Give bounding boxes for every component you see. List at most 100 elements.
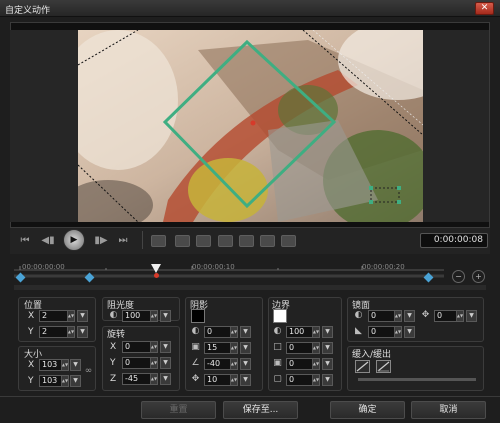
border-width-dropdown[interactable]: ▼ [322, 342, 333, 354]
opacity-input[interactable]: 100 ▲▼ [122, 310, 158, 322]
border-width-icon: □ [273, 342, 282, 352]
opacity-dropdown[interactable]: ▼ [160, 310, 171, 322]
rotation-x-input[interactable]: 0 ▲▼ [122, 341, 158, 353]
shadow-angle-input[interactable]: -40 ▲▼ [204, 358, 238, 370]
size-y-input[interactable]: 103 ▲▼ [39, 375, 69, 387]
rotation-y-label: Y [110, 358, 116, 368]
position-y-label: Y [28, 327, 34, 337]
play-button[interactable]: ▶ [63, 229, 85, 251]
reset-button[interactable]: 重置 [141, 401, 216, 419]
position-x-label: X [28, 311, 35, 321]
next-keyframe-icon [259, 235, 275, 247]
add-keyframe-button[interactable] [150, 234, 166, 248]
shadow-distance-icon: ✥ [191, 374, 200, 384]
mirror-opacity-input[interactable]: 0 ▲▼ [368, 310, 402, 322]
window-title: 自定义动作 [5, 6, 51, 16]
border-opacity-icon: ◐ [273, 326, 282, 336]
tick-label: 00:00:00:10 [192, 263, 235, 271]
shadow-blur-input[interactable]: 15 ▲▼ [204, 342, 238, 354]
step-forward-button[interactable]: ▮▶ [93, 233, 109, 247]
rotation-x-label: X [110, 342, 117, 352]
border-blur-input[interactable]: 0 ▲▼ [286, 358, 320, 370]
shadow-blur-dropdown[interactable]: ▼ [240, 342, 251, 354]
rotation-y-input[interactable]: 0 ▲▼ [122, 357, 158, 369]
next-keyframe-button[interactable] [259, 234, 275, 248]
toolbar-divider [142, 231, 143, 249]
cancel-button[interactable]: 取消 [411, 401, 486, 419]
mirror-fade-dropdown[interactable]: ▼ [404, 326, 415, 338]
footer-divider [0, 396, 500, 397]
position-x-input[interactable]: 2 ▲▼ [39, 310, 75, 322]
shadow-distance-input[interactable]: 10 ▲▼ [204, 374, 238, 386]
skip-start-button[interactable]: ⏮ [17, 233, 33, 247]
preview-canvas [78, 30, 423, 222]
size-x-input[interactable]: 103 ▲▼ [39, 359, 69, 371]
fade-in-button[interactable] [355, 360, 370, 373]
shadow-opacity-dropdown[interactable]: ▼ [240, 326, 251, 338]
mirror-fade-input[interactable]: 0 ▲▼ [368, 326, 402, 338]
tick-label: 00:00:00:20 [362, 263, 405, 271]
mirror-offset-input[interactable]: 0 ▲▼ [434, 310, 464, 322]
fade-out-icon [377, 361, 390, 372]
copy-keyframe-button[interactable] [280, 234, 296, 248]
position-x-dropdown[interactable]: ▼ [77, 310, 88, 322]
border-opacity-dropdown[interactable]: ▼ [322, 326, 333, 338]
preview-image[interactable] [78, 30, 423, 222]
mirror-offset-dropdown[interactable]: ▼ [466, 310, 477, 322]
size-x-label: X [28, 360, 35, 370]
zoom-out-button[interactable]: − [452, 270, 465, 283]
ok-button[interactable]: 确定 [330, 401, 405, 419]
rotation-x-dropdown[interactable]: ▼ [160, 341, 171, 353]
fade-slider-track[interactable] [358, 378, 476, 381]
border-blur-dropdown[interactable]: ▼ [322, 358, 333, 370]
border-width-input[interactable]: 0 ▲▼ [286, 342, 320, 354]
timecode-display[interactable]: 0:00:00:08 [420, 233, 488, 248]
close-button[interactable]: ✕ [475, 2, 494, 15]
shadow-angle-dropdown[interactable]: ▼ [240, 358, 251, 370]
border-corner-icon: ▢ [273, 374, 282, 384]
swap-keyframe-button[interactable] [217, 234, 233, 248]
link-icon[interactable]: ∞ [83, 366, 94, 377]
prev-keyframe-button[interactable] [238, 234, 254, 248]
shadow-color-swatch[interactable] [191, 309, 205, 323]
shadow-opacity-input[interactable]: 0 ▲▼ [204, 326, 238, 338]
reverse-keyframe-button[interactable] [195, 234, 211, 248]
rotation-z-dropdown[interactable]: ▼ [160, 373, 171, 385]
border-corner-input[interactable]: 0 ▲▼ [286, 374, 320, 386]
add-keyframe-icon [150, 235, 166, 247]
border-opacity-input[interactable]: 100 ▲▼ [286, 326, 320, 338]
fade-in-icon [356, 361, 369, 372]
tick-label: 00:00:00:00 [22, 263, 65, 271]
fade-out-button[interactable] [376, 360, 391, 373]
border-corner-dropdown[interactable]: ▼ [322, 374, 333, 386]
position-y-input[interactable]: 2 ▲▼ [39, 326, 75, 338]
mirror-opacity-dropdown[interactable]: ▼ [404, 310, 415, 322]
rotation-z-label: Z [110, 374, 117, 384]
close-icon: ✕ [480, 3, 489, 13]
timeline-scrollbar[interactable] [14, 285, 486, 290]
shadow-distance-dropdown[interactable]: ▼ [240, 374, 251, 386]
rotation-z-input[interactable]: -45 ▲▼ [122, 373, 158, 385]
save-as-button[interactable]: 保存至... [223, 401, 298, 419]
rotation-label: 旋转 [107, 330, 126, 340]
size-x-dropdown[interactable]: ▼ [70, 359, 81, 371]
preview-right-margin [423, 30, 489, 222]
center-point[interactable] [250, 120, 256, 126]
opacity-icon: ◐ [109, 310, 118, 320]
copy-keyframe-icon [280, 235, 296, 247]
step-back-button[interactable]: ◀▮ [40, 233, 56, 247]
prev-keyframe-icon [238, 235, 254, 247]
mirror-opacity-icon: ◐ [354, 310, 363, 320]
size-y-dropdown[interactable]: ▼ [70, 375, 81, 387]
shadow-blur-icon: ▣ [191, 342, 200, 352]
skip-end-button[interactable]: ⏭ [115, 233, 131, 247]
rotation-y-dropdown[interactable]: ▼ [160, 357, 171, 369]
border-color-swatch[interactable] [273, 309, 287, 323]
skip-end-icon: ⏭ [118, 234, 128, 246]
remove-keyframe-button[interactable] [174, 234, 190, 248]
position-y-dropdown[interactable]: ▼ [77, 326, 88, 338]
zoom-in-button[interactable]: + [472, 270, 485, 283]
mirror-fade-icon: ◣ [355, 326, 362, 336]
shadow-angle-icon: ∠ [191, 358, 200, 368]
skip-start-icon: ⏮ [20, 234, 30, 246]
